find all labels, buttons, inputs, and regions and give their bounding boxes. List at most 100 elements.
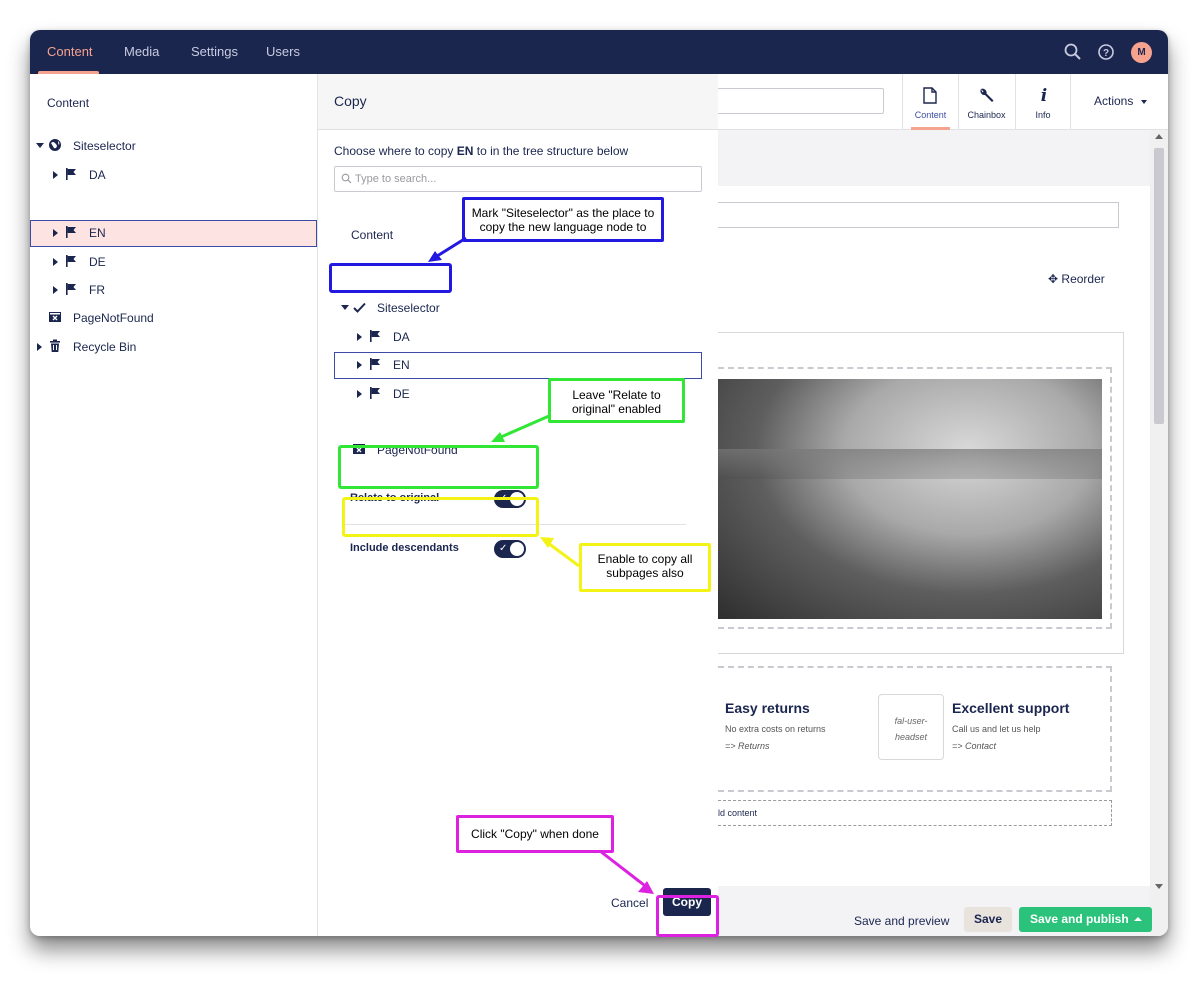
tree-item-en[interactable]: EN bbox=[30, 220, 317, 247]
scroll-up-icon[interactable] bbox=[1155, 134, 1163, 139]
nav-content[interactable]: Content bbox=[47, 44, 93, 59]
nav-media[interactable]: Media bbox=[124, 44, 159, 59]
editor-scrollbar[interactable] bbox=[1150, 130, 1168, 936]
move-icon: ✥ bbox=[1048, 272, 1059, 286]
tree-item-label: Recycle Bin bbox=[73, 340, 137, 354]
tree-item-pagenotfound[interactable]: PageNotFound bbox=[30, 305, 317, 331]
description-prefix: Choose where to copy bbox=[334, 144, 457, 158]
app-info-label: Info bbox=[1035, 110, 1051, 120]
highlight-frame-siteselector bbox=[329, 263, 452, 293]
include-descendants-toggle[interactable]: ✓ bbox=[494, 540, 526, 558]
editor-footer: Save and preview Save Save and publish bbox=[718, 904, 1152, 936]
app-content-button[interactable]: Content bbox=[902, 74, 958, 130]
dialog-tree-item-da[interactable]: DA bbox=[334, 324, 702, 350]
image-block bbox=[718, 332, 1124, 654]
dialog-description: Choose where to copy EN to in the tree s… bbox=[334, 144, 628, 158]
tree-item-de[interactable]: DE bbox=[30, 249, 317, 275]
chevron-down-icon bbox=[1140, 99, 1147, 104]
save-button[interactable]: Save bbox=[964, 907, 1012, 932]
toggle-knob bbox=[510, 542, 524, 556]
sidebar-title: Content bbox=[47, 96, 90, 110]
search-icon[interactable] bbox=[1063, 42, 1083, 62]
scroll-thumb[interactable] bbox=[1154, 148, 1164, 424]
user-avatar[interactable]: M bbox=[1131, 42, 1152, 63]
page-not-found-icon bbox=[49, 312, 61, 322]
reorder-label: Reorder bbox=[1061, 272, 1105, 286]
add-content-label: ld content bbox=[718, 808, 758, 818]
check-icon: ✓ bbox=[499, 543, 508, 554]
node-name-input[interactable] bbox=[718, 88, 884, 114]
tree-item-da[interactable]: DA bbox=[30, 162, 317, 188]
tree-item-label: EN bbox=[89, 226, 106, 240]
description-bold: EN bbox=[456, 144, 474, 158]
actions-dropdown[interactable]: Actions bbox=[1094, 94, 1147, 108]
nav-users[interactable]: Users bbox=[266, 44, 300, 59]
landscape-photo bbox=[718, 379, 1102, 619]
caret-right-icon[interactable] bbox=[53, 258, 58, 266]
actions-label: Actions bbox=[1094, 94, 1134, 108]
flag-icon bbox=[66, 255, 76, 267]
callout-click-copy: Click "Copy" when done bbox=[456, 815, 614, 853]
help-icon[interactable]: ? bbox=[1096, 42, 1116, 62]
scroll-down-icon[interactable] bbox=[1155, 884, 1163, 889]
feature-block[interactable]: Easy returns No extra costs on returns =… bbox=[718, 666, 1112, 792]
feature-link: => Returns bbox=[725, 741, 770, 751]
callout-mark-siteselector: Mark "Siteselector" as the place to copy… bbox=[462, 197, 664, 242]
feature-link: => Contact bbox=[952, 741, 997, 751]
save-and-preview-button[interactable]: Save and preview bbox=[854, 914, 949, 928]
editor-text-input[interactable] bbox=[718, 202, 1119, 228]
highlight-frame-relate bbox=[338, 445, 539, 489]
caret-right-icon[interactable] bbox=[357, 361, 362, 369]
caret-right-icon[interactable] bbox=[53, 286, 58, 294]
svg-text:i: i bbox=[1041, 86, 1047, 104]
feature-subtitle: No extra costs on returns bbox=[725, 724, 826, 734]
arrow-icon bbox=[428, 236, 467, 262]
app-content-label: Content bbox=[914, 110, 947, 120]
tree-item-recycle-bin[interactable]: Recycle Bin bbox=[30, 334, 317, 360]
app-window: Content Media Settings Users ? M Content bbox=[30, 30, 1168, 936]
callout-relate-to-original: Leave "Relate to original" enabled bbox=[548, 378, 685, 423]
publish-label: Save and publish bbox=[1030, 912, 1129, 926]
caret-right-icon[interactable] bbox=[357, 390, 362, 398]
wrench-icon bbox=[980, 88, 994, 102]
app-info-button[interactable]: i Info bbox=[1015, 74, 1071, 130]
flag-icon bbox=[66, 226, 76, 238]
caret-right-icon[interactable] bbox=[53, 171, 58, 179]
arrow-icon bbox=[599, 849, 654, 894]
tree-item-label: FR bbox=[89, 283, 105, 297]
checkmark-icon bbox=[353, 302, 366, 313]
dialog-header: Copy bbox=[318, 74, 718, 130]
editor-header: Content Chainbox i Info Actions bbox=[718, 74, 1168, 130]
tree-item-label: DE bbox=[89, 255, 106, 269]
include-descendants-label: Include descendants bbox=[350, 542, 459, 554]
tree-item-label: DE bbox=[393, 387, 410, 401]
feature-title: Easy returns bbox=[725, 700, 810, 716]
caret-right-icon[interactable] bbox=[37, 343, 42, 351]
dialog-tree-root[interactable]: Content bbox=[351, 228, 393, 242]
tree-item-label: DA bbox=[89, 168, 106, 182]
reorder-button[interactable]: ✥ Reorder bbox=[1048, 272, 1105, 286]
dialog-tree-item-siteselector[interactable]: Siteselector bbox=[334, 295, 702, 321]
add-content-button[interactable]: ld content bbox=[718, 800, 1112, 826]
description-suffix: to in the tree structure below bbox=[473, 144, 629, 158]
chevron-up-icon[interactable] bbox=[1134, 917, 1142, 921]
caret-right-icon[interactable] bbox=[357, 333, 362, 341]
app-chainbox-button[interactable]: Chainbox bbox=[958, 74, 1014, 130]
top-navigation-bar: Content Media Settings Users ? M bbox=[30, 30, 1168, 74]
caret-down-icon[interactable] bbox=[36, 143, 44, 148]
tree-item-fr[interactable]: FR bbox=[30, 277, 317, 303]
info-icon: i bbox=[1041, 86, 1047, 104]
search-box[interactable] bbox=[334, 166, 702, 192]
svg-text:?: ? bbox=[1103, 48, 1109, 59]
tree-item-siteselector[interactable]: Siteselector bbox=[30, 133, 317, 159]
search-input[interactable] bbox=[355, 171, 685, 187]
caret-right-icon[interactable] bbox=[53, 229, 58, 237]
caret-down-icon[interactable] bbox=[341, 305, 349, 310]
highlight-frame-copy bbox=[656, 895, 719, 937]
save-and-publish-button[interactable]: Save and publish bbox=[1019, 907, 1152, 932]
cancel-button[interactable]: Cancel bbox=[611, 896, 648, 910]
nav-settings[interactable]: Settings bbox=[191, 44, 238, 59]
arrow-icon bbox=[491, 414, 550, 442]
dialog-tree-item-en[interactable]: EN bbox=[334, 352, 702, 379]
image-dropzone[interactable] bbox=[718, 367, 1112, 629]
